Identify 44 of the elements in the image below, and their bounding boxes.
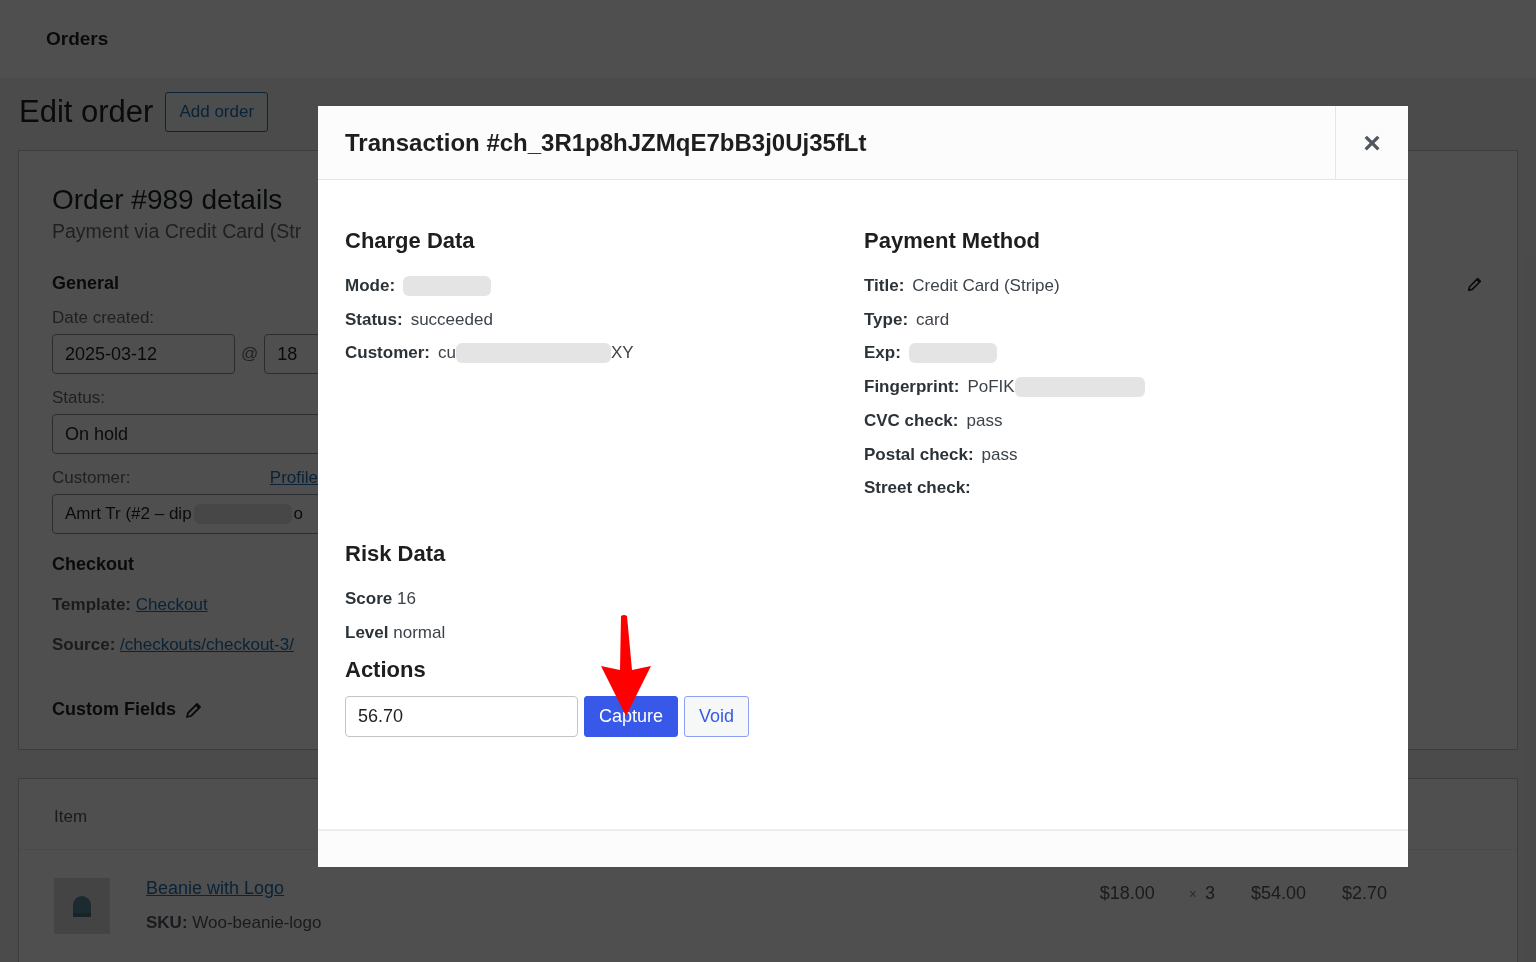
field-label: Fingerprint: bbox=[864, 376, 960, 399]
section-heading: Custom Fields bbox=[52, 699, 176, 720]
field-value: succeeded bbox=[410, 308, 493, 331]
product-thumbnail bbox=[54, 878, 110, 934]
section-heading: Risk Data bbox=[345, 540, 447, 567]
profile-link[interactable]: Profile bbox=[269, 468, 318, 488]
page-heading: Edit order bbox=[19, 94, 154, 130]
risk-value: Score 16 bbox=[345, 587, 416, 610]
section-heading: Checkout bbox=[52, 554, 135, 575]
capture-button[interactable]: Capture bbox=[584, 696, 679, 738]
field-label: Status: bbox=[345, 308, 403, 331]
field-value: pass bbox=[966, 409, 1003, 432]
amount-field[interactable]: 56.70 bbox=[345, 696, 578, 738]
field-value: XY bbox=[611, 342, 634, 365]
field-value: Credit Card (Stripe) bbox=[912, 275, 1060, 297]
at-sign: @ bbox=[241, 344, 259, 364]
add-order-button[interactable]: Add order bbox=[165, 92, 269, 132]
field-label: Title: bbox=[864, 275, 905, 297]
field-label: Customer: bbox=[345, 342, 430, 365]
dialog-title: Transaction #ch_3R1p8hJZMqE7bB3j0Uj35fLt bbox=[344, 128, 868, 157]
page-title: Orders bbox=[46, 28, 109, 50]
field-label: Mode: bbox=[345, 275, 396, 297]
void-button[interactable]: Void bbox=[684, 696, 750, 738]
section-heading: General bbox=[52, 273, 120, 294]
date-field[interactable]: 2025-03-12 bbox=[52, 334, 235, 374]
order-title: Order #989 details bbox=[52, 184, 284, 216]
field-value: pass bbox=[981, 443, 1018, 466]
field-label: Street check: bbox=[864, 477, 971, 500]
field-value: cu bbox=[438, 342, 456, 365]
section-heading: Payment Method bbox=[864, 228, 1042, 254]
section-heading: Charge Data bbox=[345, 228, 476, 254]
risk-value: Level normal bbox=[345, 621, 446, 644]
field-label: CVC check: bbox=[864, 409, 959, 432]
field-label: Exp: bbox=[864, 342, 901, 365]
template-link[interactable]: Checkout bbox=[135, 595, 208, 614]
close-button[interactable]: × bbox=[1335, 106, 1408, 179]
source-link[interactable]: /checkouts/checkout-3/ bbox=[120, 635, 294, 654]
field-label: Postal check: bbox=[864, 443, 974, 466]
times-sign: × bbox=[1188, 886, 1197, 902]
product-link[interactable]: Beanie with Logo bbox=[146, 878, 285, 898]
field-value: PoFIK bbox=[967, 376, 1015, 399]
section-heading: Actions bbox=[345, 657, 427, 684]
field-label: Type: bbox=[864, 308, 909, 331]
field-value: card bbox=[916, 308, 950, 331]
